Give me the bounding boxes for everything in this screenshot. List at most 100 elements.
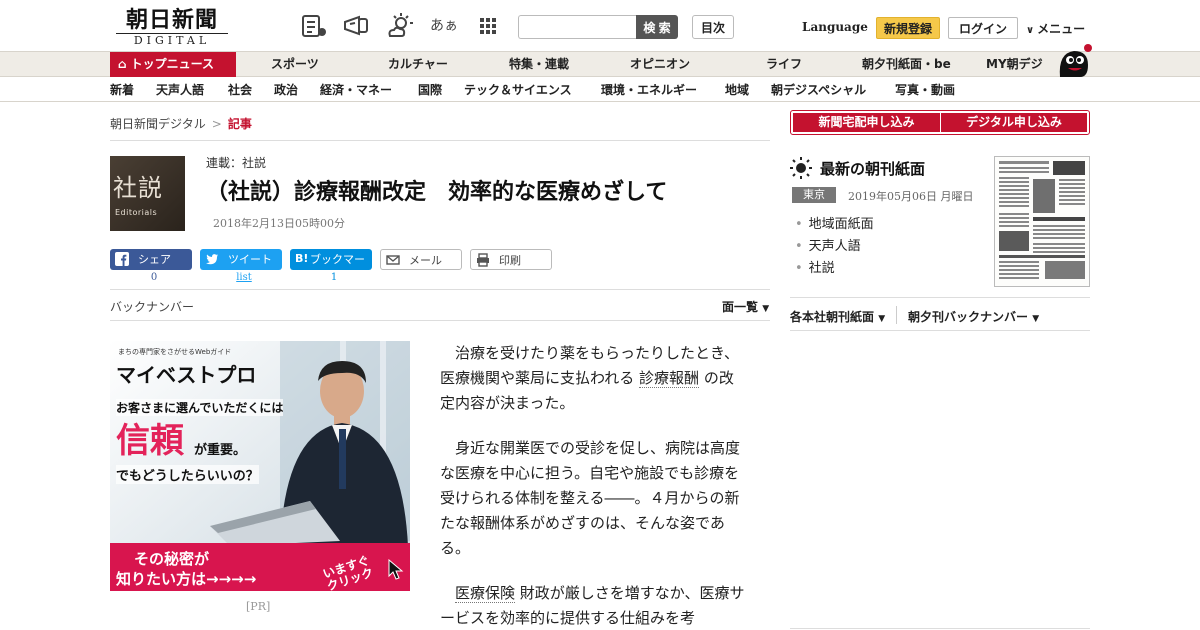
category-nav: 新着 天声人語 社会 政治 経済・マネー 国際 テック＆サイエンス 環境・エネル… [0, 78, 1200, 102]
page-list-dropdown[interactable]: 面一覧 ▼ [722, 298, 769, 315]
printer-icon [477, 253, 489, 267]
divider [110, 320, 770, 321]
login-button[interactable]: ログイン [948, 17, 1018, 39]
cat-item-international[interactable]: 国際 [418, 78, 442, 102]
twitter-icon [206, 254, 218, 265]
logo-en: DIGITAL [116, 33, 228, 47]
search-button[interactable]: 検 索 [636, 15, 678, 39]
cat-item-economy[interactable]: 経済・マネー [320, 78, 392, 102]
paragraph: 治療を受けたり薬をもらったりしたとき、医療機関や薬局に支払われる 診療報酬 の改… [440, 341, 746, 416]
paper-link-label: 社説 [808, 261, 835, 276]
nav-item-paper[interactable]: 朝夕刊紙面・be [862, 52, 951, 77]
cat-item-politics[interactable]: 政治 [274, 78, 298, 102]
ad-click: いますぐ クリック [321, 553, 376, 591]
menu-label: メニュー [1037, 22, 1086, 36]
caret-down-icon: ▼ [878, 314, 886, 324]
weather-icon[interactable] [386, 12, 414, 40]
thumb-en: Editorials [115, 208, 158, 217]
divider [110, 289, 770, 290]
latest-paper-title[interactable]: 最新の朝刊紙面 [820, 158, 925, 179]
site-header: 朝日新聞 DIGITAL あぁ 検 索 目次 Language 新規登録 ログイ… [0, 0, 1200, 52]
order-paper-button[interactable]: 新聞宅配申し込み [793, 113, 940, 132]
paragraph: 医療保険 財政が厳しさを増すなか、医療サービスを効率的に提供する仕組みを考 [440, 581, 746, 630]
order-digital-button[interactable]: デジタル申し込み [941, 113, 1087, 132]
share-twitter-button[interactable]: ツイート [200, 249, 282, 270]
font-size-icon[interactable]: あぁ [430, 12, 458, 40]
nav-top-news[interactable]: ⌂ トップニュース [110, 52, 236, 77]
divider [790, 297, 1090, 298]
twitter-count[interactable]: list [203, 272, 285, 283]
series-label[interactable]: 連載：社説 [206, 154, 266, 171]
subscribe-box: 新聞宅配申し込み デジタル申し込み [790, 110, 1090, 135]
article-title: （社説）診療報酬改定 効率的な医療めざして [206, 179, 668, 205]
backnumber-label[interactable]: バックナンバー [110, 298, 194, 315]
series-thumbnail[interactable]: 社説 Editorials [110, 156, 185, 231]
cat-item-new[interactable]: 新着 [110, 78, 134, 102]
paper-link[interactable]: • 社説 [795, 257, 835, 276]
share-twitter-label: ツイート [228, 253, 272, 266]
share-facebook-button[interactable]: シェア [110, 249, 192, 270]
ad-cta-bar[interactable]: その秘密が 知りたい方は→→→→ いますぐ クリック [110, 543, 410, 591]
nav-item-life[interactable]: ライフ [766, 52, 802, 77]
thumb-kanji: 社説 [113, 174, 163, 202]
ad-banner[interactable]: まちの専門家をさがせるWebガイド マイベストプロ お客さまに選んでいただくには… [110, 341, 410, 591]
hatena-icon: B! [295, 252, 309, 265]
bureau-paper-dropdown[interactable]: 各本社朝刊紙面 ▼ [790, 308, 885, 325]
cat-item-tech[interactable]: テック＆サイエンス [464, 78, 572, 102]
search-input[interactable] [518, 15, 636, 39]
megaphone-icon[interactable] [342, 12, 370, 40]
ad-big-text: 信頼 [116, 421, 184, 461]
cat-item-tenseijingo[interactable]: 天声人語 [156, 78, 204, 102]
breadcrumb: 朝日新聞デジタル > 記事 [110, 115, 252, 132]
print-button[interactable]: 印刷 [470, 249, 552, 270]
share-hatena-button[interactable]: B! ブックマーク [290, 249, 372, 287]
news-list-icon[interactable] [300, 12, 328, 40]
caret-down-icon: ▼ [1032, 314, 1040, 324]
hatena-count: 1 [330, 272, 338, 283]
facebook-icon [115, 252, 129, 266]
keyword-link[interactable]: 診療報酬 [639, 369, 700, 388]
cat-item-region[interactable]: 地域 [725, 78, 749, 102]
ad-pr-label: [PR] [246, 600, 271, 613]
bullet-icon: • [795, 261, 803, 276]
ad-brand: マイベストプロ [116, 363, 257, 387]
home-icon: ⌂ [118, 57, 127, 71]
article-body: 治療を受けたり薬をもらったりしたとき、医療機関や薬局に支払われる 診療報酬 の改… [440, 341, 746, 630]
breadcrumb-current: 記事 [227, 117, 252, 131]
keyword-link[interactable]: 医療保険 [455, 584, 516, 603]
nav-item-features[interactable]: 特集・連載 [509, 52, 569, 77]
paper-link-label: 天声人語 [808, 239, 861, 254]
paper-link[interactable]: • 地域面紙面 [795, 213, 874, 232]
cat-item-special[interactable]: 朝デジスペシャル [771, 78, 866, 102]
ad-cta2: 知りたい方は→→→→ [116, 570, 257, 588]
page-list-label: 面一覧 [722, 300, 759, 314]
cat-item-society[interactable]: 社会 [228, 78, 252, 102]
toc-button[interactable]: 目次 [692, 15, 734, 39]
newspaper-thumbnail[interactable] [994, 156, 1090, 287]
menu-button[interactable]: ∨ メニュー [1026, 20, 1085, 37]
cat-item-environment[interactable]: 環境・エネルギー [601, 78, 697, 102]
nav-item-culture[interactable]: カルチャー [388, 52, 448, 77]
ad-line2: が重要。 [194, 443, 247, 458]
grid-menu-icon[interactable] [474, 12, 502, 40]
cat-item-photo[interactable]: 写真・動画 [895, 78, 955, 102]
nav-item-my[interactable]: MY朝デジ [986, 52, 1043, 77]
share-mail-label: メール [409, 254, 442, 267]
register-button[interactable]: 新規登録 [876, 17, 940, 39]
paper-link-label: 地域面紙面 [808, 217, 874, 232]
language-link[interactable]: Language [802, 20, 868, 34]
article-date: 2018年2月13日05時00分 [213, 217, 345, 230]
chevron-down-icon: ∨ [1026, 25, 1035, 36]
divider [790, 330, 1090, 331]
divider [790, 628, 1090, 629]
mail-icon [386, 255, 400, 265]
site-logo[interactable]: 朝日新聞 DIGITAL [116, 8, 228, 47]
breadcrumb-home[interactable]: 朝日新聞デジタル [110, 117, 206, 131]
paragraph: 身近な開業医での受診を促し、病院は高度な医療を中心に担う。自宅や施設でも診療を受… [440, 439, 741, 557]
share-mail-button[interactable]: メール [380, 249, 462, 270]
nav-item-opinion[interactable]: オピニオン [630, 52, 690, 77]
paper-link[interactable]: • 天声人語 [795, 235, 861, 254]
print-label: 印刷 [499, 254, 521, 267]
paper-backnumber-dropdown[interactable]: 朝夕刊バックナンバー ▼ [908, 308, 1039, 325]
nav-item-sports[interactable]: スポーツ [271, 52, 319, 77]
